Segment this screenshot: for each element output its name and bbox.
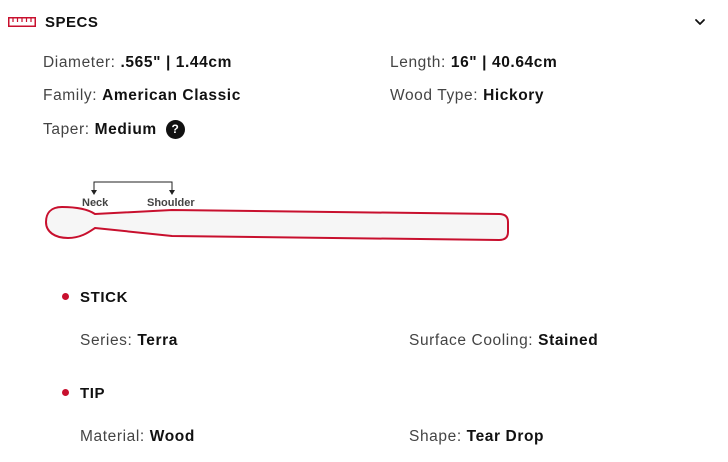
spec-diameter: Diameter: .565" | 1.44cm	[43, 54, 232, 72]
specs-header[interactable]: SPECS	[0, 0, 728, 44]
question-icon[interactable]: ?	[165, 120, 185, 139]
section-bullet	[62, 389, 69, 396]
section-tip-label: TIP	[80, 385, 106, 402]
spec-series: Series: Terra	[80, 332, 178, 350]
spec-length-label: Length:	[390, 54, 446, 71]
section-tip-title: TIP	[62, 385, 105, 402]
spec-diameter-value: .565" | 1.44cm	[120, 54, 232, 71]
shoulder-label: Shoulder	[147, 197, 195, 209]
spec-diameter-label: Diameter:	[43, 54, 116, 71]
neck-label: Neck	[82, 197, 109, 209]
section-stick-title: STICK	[62, 289, 128, 306]
section-stick-label: STICK	[80, 289, 128, 306]
section-bullet	[62, 293, 69, 300]
spec-wood-type-value: Hickory	[483, 87, 545, 104]
spec-material-value: Wood	[149, 428, 195, 445]
spec-taper-value: Medium	[94, 121, 157, 138]
spec-material: Material: Wood	[80, 428, 195, 446]
spec-shape-value: Tear Drop	[466, 428, 545, 445]
spec-material-label: Material:	[80, 428, 145, 445]
spec-length: Length: 16" | 40.64cm	[390, 54, 557, 72]
spec-wood-type: Wood Type: Hickory	[390, 87, 544, 105]
drumstick-outline	[45, 206, 509, 241]
spec-family-value: American Classic	[102, 87, 241, 104]
neck-shoulder-bracket	[91, 181, 175, 195]
spec-surface-cooling-label: Surface Cooling:	[409, 332, 534, 349]
spec-series-label: Series:	[80, 332, 133, 349]
spec-taper: Taper: Medium ?	[43, 120, 185, 139]
stick-diagram: Neck Shoulder	[45, 181, 509, 241]
spec-surface-cooling-value: Stained	[538, 332, 599, 349]
spec-series-value: Terra	[137, 332, 178, 349]
specs-title: SPECS	[45, 14, 99, 31]
ruler-icon	[8, 17, 36, 27]
spec-length-value: 16" | 40.64cm	[450, 54, 558, 71]
spec-taper-label: Taper:	[43, 121, 90, 138]
chevron-down-icon[interactable]	[694, 16, 706, 28]
spec-wood-type-label: Wood Type:	[390, 87, 479, 104]
spec-shape: Shape: Tear Drop	[409, 428, 544, 446]
spec-shape-label: Shape:	[409, 428, 462, 445]
spec-family: Family: American Classic	[43, 87, 241, 105]
spec-surface-cooling: Surface Cooling: Stained	[409, 332, 598, 350]
spec-family-label: Family:	[43, 87, 98, 104]
